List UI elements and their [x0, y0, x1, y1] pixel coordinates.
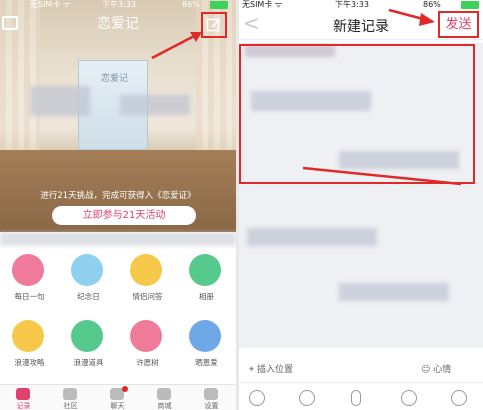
tab-icon	[204, 388, 218, 400]
status-time: 下午3:33	[102, 0, 136, 9]
tab-item[interactable]: 聊天	[94, 385, 141, 410]
feature-icon	[189, 320, 221, 352]
tab-label: 社区	[63, 402, 78, 410]
clock-icon[interactable]	[249, 390, 265, 406]
feature-label: 浪漫道具	[73, 358, 104, 367]
tab-icon	[16, 388, 30, 400]
editor-toolbar	[239, 382, 483, 410]
feature-grid-item[interactable]: 纪念日	[59, 246, 118, 308]
tab-label: 聊天	[110, 402, 125, 410]
status-bar: 无SIM卡 ᯤ 下午3:33 86%	[0, 0, 236, 10]
challenge-text: 进行21天挑战，完成可获得入《恋爱证》	[40, 191, 196, 201]
annotation-arrow	[302, 166, 462, 186]
send-button[interactable]: 发送	[438, 11, 479, 38]
tab-label: 设置	[204, 402, 219, 410]
feature-grid-item[interactable]: 晒恩爱	[177, 312, 236, 374]
feature-icon	[189, 254, 221, 286]
feature-label: 许愿树	[136, 358, 159, 367]
feature-grid-item[interactable]: 许愿树	[118, 312, 177, 374]
emoji-icon[interactable]	[299, 390, 315, 406]
camera-icon[interactable]	[451, 390, 467, 406]
feature-grid-item[interactable]: 浪漫道具	[59, 312, 118, 374]
status-bar: 无SIM卡 ᯤ 下午3:33 86%	[239, 0, 483, 10]
edit-icon	[206, 18, 221, 32]
blurred-region	[0, 232, 236, 246]
tab-icon	[157, 388, 171, 400]
feature-label: 情侣问答	[132, 292, 163, 301]
feature-icon	[12, 320, 44, 352]
tab-label: 商城	[157, 402, 172, 410]
feature-label: 纪念日	[77, 292, 100, 301]
mood-label: 心情	[433, 365, 452, 375]
feature-icon	[130, 254, 162, 286]
feature-label: 相册	[199, 292, 214, 301]
feature-grid-item[interactable]: 相册	[177, 246, 236, 308]
box-logo: 恋爱记	[101, 74, 129, 84]
feature-grid-item[interactable]: 情侣问答	[118, 246, 177, 308]
feature-icon	[71, 320, 103, 352]
tab-item[interactable]: 记录	[0, 385, 47, 410]
feature-icon	[71, 254, 103, 286]
insert-location-label: 插入位置	[256, 365, 293, 375]
tab-item[interactable]: 设置	[188, 385, 235, 410]
bottom-tab-bar: 记录 社区 聊天 商城 设置	[0, 384, 236, 410]
content-highlight-frame	[239, 44, 475, 184]
signal-text: 无SIM卡 ᯤ	[30, 0, 71, 9]
blurred-region	[30, 86, 90, 116]
insert-location-button[interactable]: ⌖ 插入位置	[249, 362, 293, 375]
carrier-text: 无SIM卡 ᯤ	[242, 0, 283, 9]
blurred-region	[339, 283, 449, 301]
feature-label: 每日一句	[14, 292, 45, 301]
notification-badge	[122, 386, 128, 392]
join-21-day-button[interactable]: 立即参与21天活动	[52, 206, 196, 225]
image-icon[interactable]	[401, 390, 417, 406]
nav-bar: < 新建记录 发送	[239, 10, 483, 40]
battery-text: 86%	[182, 0, 200, 9]
annotation-arrow	[151, 32, 202, 60]
feature-grid-item[interactable]: 浪漫攻略	[0, 312, 59, 374]
blurred-region	[247, 228, 377, 246]
tab-icon	[63, 388, 77, 400]
blurred-region	[120, 95, 190, 115]
tab-label: 记录	[16, 402, 31, 410]
status-time: 下午3:33	[335, 0, 369, 9]
feature-label: 晒恩爱	[195, 358, 218, 367]
feature-icon	[12, 254, 44, 286]
battery-icon	[461, 1, 479, 9]
mood-button[interactable]: ☺ 心情	[421, 362, 451, 375]
tab-item[interactable]: 商城	[141, 385, 188, 410]
right-phone-screen: 无SIM卡 ᯤ 下午3:33 86% < 新建记录 发送 ⌖ 插入位置 ☺ 心情	[239, 0, 483, 410]
feature-icon	[130, 320, 162, 352]
mic-icon[interactable]	[351, 390, 361, 406]
left-phone-screen: 恋爱记 无SIM卡 ᯤ 下午3:33 86% 恋爱记 进行21天挑战，完成可获得…	[0, 0, 236, 410]
battery-icon	[210, 1, 228, 9]
tab-item[interactable]: 社区	[47, 385, 94, 410]
feature-grid: 每日一句 纪念日 情侣问答 相册浪漫攻略 浪漫道具 许愿树 晒恩爱	[0, 232, 236, 380]
feature-grid-item[interactable]: 每日一句	[0, 246, 59, 308]
annotation-arrow	[388, 8, 435, 26]
feature-label: 浪漫攻略	[14, 358, 45, 367]
attachment-row: ⌖ 插入位置 ☺ 心情	[239, 356, 483, 380]
